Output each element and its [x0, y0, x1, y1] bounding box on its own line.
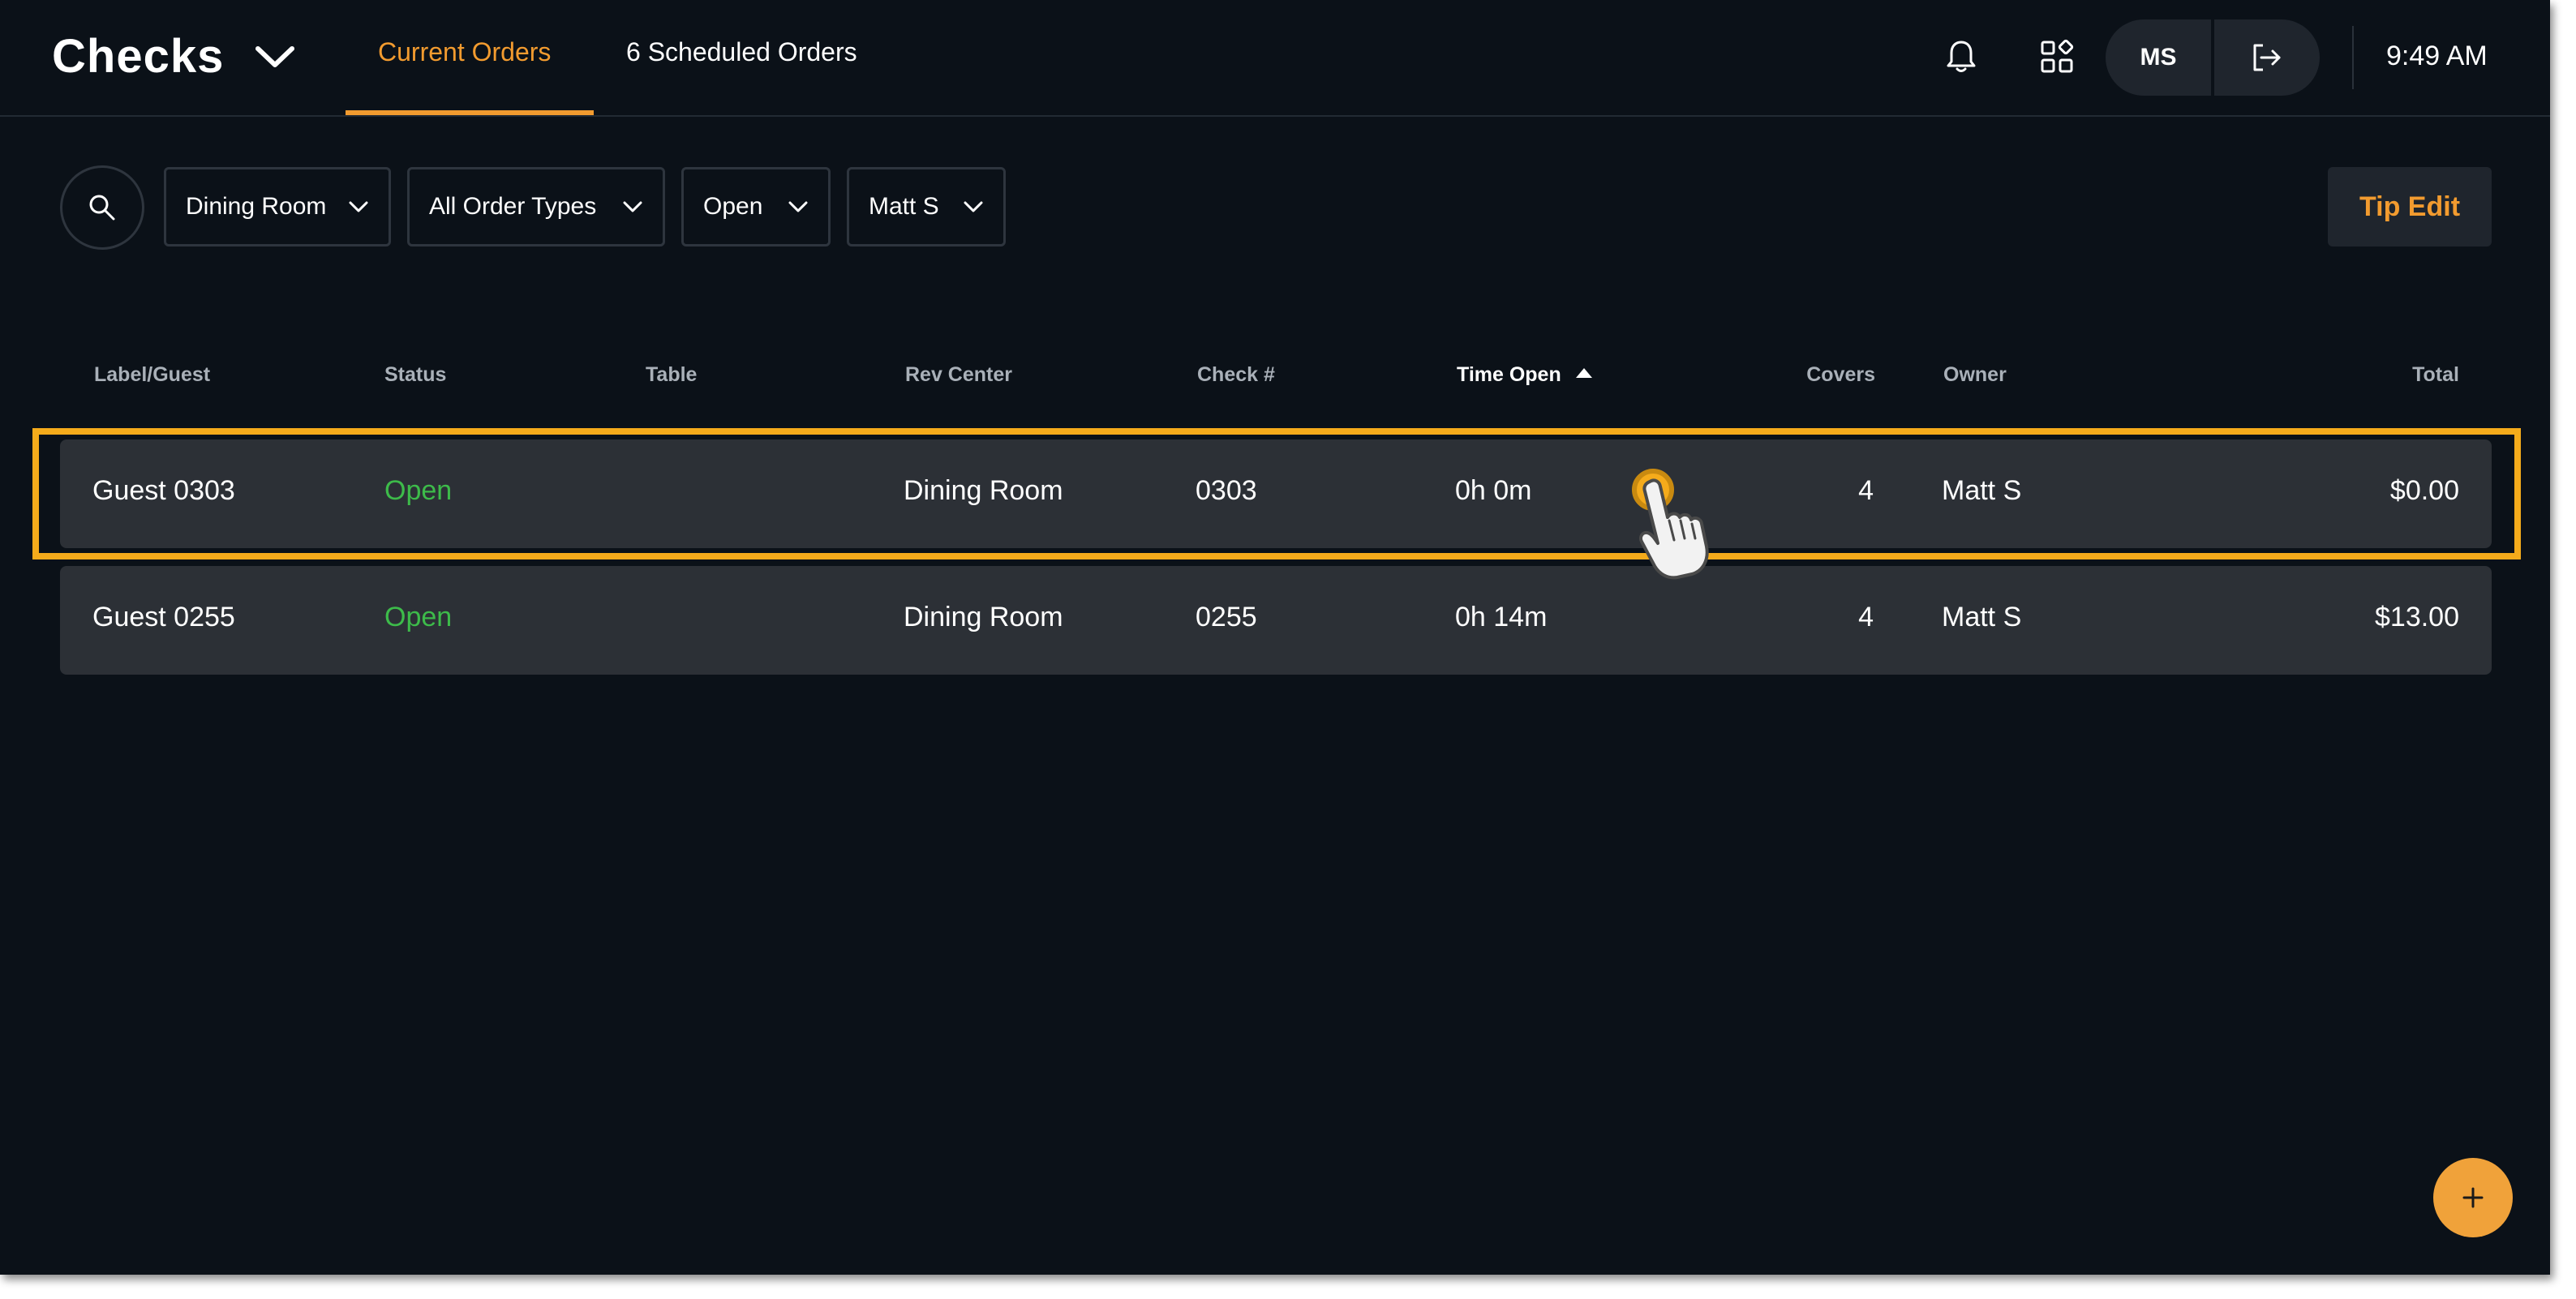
sort-ascending-icon [1575, 368, 1592, 379]
cell-rev-center: Dining Room [904, 602, 1063, 632]
cell-check-number: 0255 [1196, 602, 1257, 632]
column-header-rev-center[interactable]: Rev Center [905, 363, 1012, 387]
column-header-total[interactable]: Total [2295, 363, 2459, 387]
header-divider [2352, 26, 2354, 89]
order-type-value: All Order Types [429, 193, 597, 220]
search-icon [89, 195, 115, 221]
column-header-covers[interactable]: Covers [1711, 363, 1875, 387]
status-badge: Open [384, 602, 453, 632]
rev-center-dropdown[interactable]: Dining Room [164, 167, 391, 247]
owner-value: Matt S [869, 193, 939, 220]
owner-dropdown[interactable]: Matt S [847, 167, 1006, 247]
bell-icon[interactable] [1942, 37, 1981, 76]
cell-total: $13.00 [2375, 602, 2459, 632]
checks-app: Checks Current Orders 6 Scheduled Orders… [0, 0, 2550, 1275]
tip-edit-button[interactable]: Tip Edit [2328, 167, 2492, 247]
table-row[interactable]: Guest 0255 Open Dining Room 0255 0h 14m … [60, 566, 2492, 675]
column-header-owner[interactable]: Owner [1943, 363, 2007, 387]
column-header-table[interactable]: Table [646, 363, 697, 387]
chevron-down-icon [788, 201, 808, 212]
status-value: Open [703, 193, 763, 220]
chevron-down-icon [964, 201, 983, 212]
column-header-status[interactable]: Status [384, 363, 446, 387]
user-avatar-button[interactable]: MS [2106, 19, 2211, 96]
cell-guest: Guest 0255 [92, 602, 235, 632]
cell-time-open: 0h 14m [1455, 602, 1548, 632]
column-header-label-guest[interactable]: Label/Guest [94, 363, 210, 387]
tab-current-orders[interactable]: Current Orders [378, 37, 551, 67]
chevron-down-icon [349, 201, 368, 212]
column-header-check-number[interactable]: Check # [1197, 363, 1275, 387]
cell-covers: 4 [1858, 602, 1874, 632]
plus-icon [2462, 1187, 2484, 1208]
status-dropdown[interactable]: Open [681, 167, 831, 247]
chevron-down-icon[interactable] [253, 41, 297, 73]
page-title: Checks [52, 30, 225, 83]
row-highlight-frame [32, 428, 2521, 559]
clock: 9:49 AM [2386, 41, 2488, 71]
order-type-dropdown[interactable]: All Order Types [407, 167, 665, 247]
cell-owner: Matt S [1942, 602, 2022, 632]
chevron-down-icon [623, 201, 642, 212]
search-button[interactable] [60, 165, 144, 250]
tab-scheduled-orders[interactable]: 6 Scheduled Orders [626, 37, 857, 67]
apps-grid-icon[interactable] [2037, 37, 2076, 76]
active-tab-indicator [346, 110, 594, 115]
column-header-time-open[interactable]: Time Open [1457, 363, 1592, 387]
add-check-button[interactable] [2433, 1158, 2513, 1237]
top-header: Checks Current Orders 6 Scheduled Orders… [0, 0, 2550, 117]
pointer-hand-icon [1638, 478, 1709, 580]
column-header-time-open-label: Time Open [1457, 363, 1561, 386]
rev-center-value: Dining Room [186, 193, 327, 220]
logout-button[interactable] [2214, 19, 2320, 96]
logout-icon [2253, 44, 2281, 71]
